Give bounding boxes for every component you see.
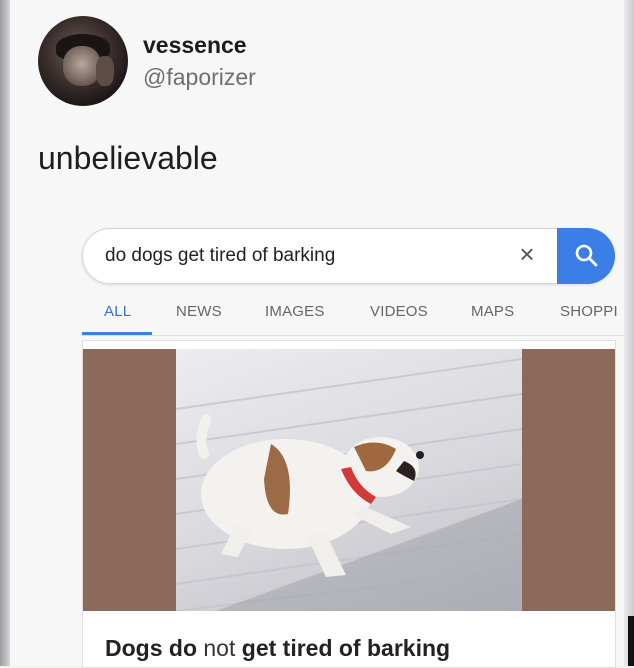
- avatar[interactable]: [38, 16, 128, 106]
- dog-photo[interactable]: [176, 349, 522, 611]
- display-name[interactable]: vessence: [143, 32, 247, 59]
- dog-illustration: [176, 358, 522, 611]
- screen-left-edge: [0, 0, 10, 666]
- avatar-hand: [96, 56, 114, 86]
- clear-icon[interactable]: ×: [515, 241, 539, 267]
- result-image-frame: [83, 349, 615, 611]
- result-title-part2: not: [203, 635, 236, 661]
- tab-maps[interactable]: MAPS: [471, 303, 514, 320]
- tab-news[interactable]: NEWS: [176, 303, 222, 320]
- tab-videos[interactable]: VIDEOS: [370, 303, 428, 320]
- result-title-part3: get tired of barking: [241, 635, 451, 661]
- search-tabs: ALL NEWS IMAGES VIDEOS MAPS SHOPPI: [82, 300, 624, 336]
- result-title[interactable]: Dogs do not get tired of barking: [105, 635, 450, 662]
- result-title-part1: Dogs do: [105, 635, 197, 661]
- tab-all[interactable]: ALL: [104, 303, 131, 320]
- tab-divider: [82, 335, 624, 336]
- result-card[interactable]: Dogs do not get tired of barking: [82, 340, 616, 668]
- search-query-text: do dogs get tired of barking: [105, 245, 336, 266]
- screen-right-edge: [624, 0, 634, 666]
- search-input[interactable]: do dogs get tired of barking ×: [82, 228, 615, 284]
- tweet-text: unbelievable: [38, 140, 218, 176]
- user-handle[interactable]: @faporizer: [143, 64, 256, 91]
- tab-shopping[interactable]: SHOPPI: [560, 303, 618, 320]
- search-button[interactable]: [557, 228, 615, 284]
- screen-corner-shadow: [628, 616, 634, 666]
- tab-images[interactable]: IMAGES: [265, 303, 325, 320]
- search-icon: [575, 244, 598, 267]
